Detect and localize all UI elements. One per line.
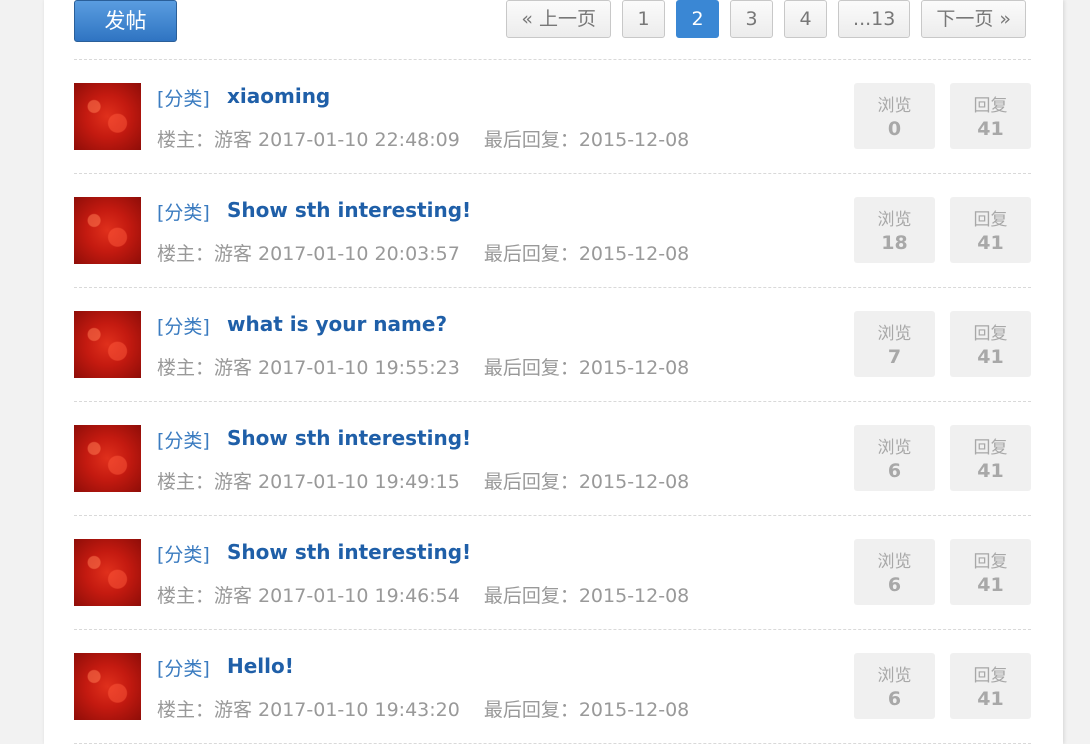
replies-count: 41 [977, 346, 1004, 368]
page-3-button[interactable]: 3 [730, 0, 774, 38]
thread-category[interactable]: [分类] [157, 84, 210, 111]
next-page-button[interactable]: 下一页 » [921, 0, 1026, 38]
thread-host-info: 楼主：游客 2017-01-10 20:03:57 [157, 243, 460, 265]
thread-category[interactable]: [分类] [157, 426, 210, 453]
views-label: 浏览 [877, 552, 912, 572]
thread-category[interactable]: [分类] [157, 540, 210, 567]
thread-row: [分类] xiaoming 楼主：游客 2017-01-10 22:48:09 最… [74, 60, 1031, 174]
views-count: 0 [887, 118, 902, 140]
thread-title-link[interactable]: Show sth interesting! [227, 540, 471, 564]
last-page-button[interactable]: ...13 [838, 0, 911, 38]
replies-counter: 回复 41 [950, 197, 1031, 263]
thread-row: [分类] Show sth interesting! 楼主：游客 2017-01… [74, 402, 1031, 516]
page-1-button[interactable]: 1 [622, 0, 666, 38]
thread-meta: 楼主：游客 2017-01-10 22:48:09 最后回复：2015-12-08 [157, 125, 689, 152]
views-count: 6 [887, 574, 902, 596]
replies-label: 回复 [973, 666, 1008, 686]
thread-list: [分类] xiaoming 楼主：游客 2017-01-10 22:48:09 最… [74, 59, 1031, 744]
views-counter: 浏览 6 [854, 539, 935, 605]
thread-last-reply: 最后回复：2015-12-08 [483, 129, 690, 151]
replies-label: 回复 [973, 96, 1008, 116]
thread-last-reply: 最后回复：2015-12-08 [483, 471, 690, 493]
replies-count: 41 [977, 232, 1004, 254]
pagination: « 上一页 1 2 3 4 ...13 下一页 » [495, 0, 1026, 38]
replies-label: 回复 [973, 552, 1008, 572]
thread-host-info: 楼主：游客 2017-01-10 19:55:23 [157, 357, 460, 379]
thread-category[interactable]: [分类] [157, 198, 210, 225]
thread-meta: 楼主：游客 2017-01-10 19:55:23 最后回复：2015-12-08 [157, 353, 689, 380]
replies-counter: 回复 41 [950, 653, 1031, 719]
thread-meta: 楼主：游客 2017-01-10 20:03:57 最后回复：2015-12-08 [157, 239, 689, 266]
avatar[interactable] [74, 539, 141, 606]
replies-label: 回复 [973, 210, 1008, 230]
views-label: 浏览 [877, 210, 912, 230]
replies-count: 41 [977, 118, 1004, 140]
thread-meta: 楼主：游客 2017-01-10 19:43:20 最后回复：2015-12-08 [157, 695, 689, 722]
thread-row: [分类] what is your name? 楼主：游客 2017-01-10… [74, 288, 1031, 402]
prev-page-button[interactable]: « 上一页 [506, 0, 612, 38]
thread-host-info: 楼主：游客 2017-01-10 19:49:15 [157, 471, 460, 493]
thread-meta: 楼主：游客 2017-01-10 19:49:15 最后回复：2015-12-08 [157, 467, 689, 494]
views-count: 18 [881, 232, 908, 254]
thread-host-info: 楼主：游客 2017-01-10 22:48:09 [157, 129, 460, 151]
page-2-button[interactable]: 2 [676, 0, 720, 38]
thread-title-link[interactable]: what is your name? [227, 312, 447, 336]
replies-counter: 回复 41 [950, 539, 1031, 605]
avatar[interactable] [74, 425, 141, 492]
views-label: 浏览 [877, 666, 912, 686]
replies-counter: 回复 41 [950, 425, 1031, 491]
avatar[interactable] [74, 653, 141, 720]
thread-title-link[interactable]: Show sth interesting! [227, 426, 471, 450]
thread-category[interactable]: [分类] [157, 654, 210, 681]
thread-meta: 楼主：游客 2017-01-10 19:46:54 最后回复：2015-12-08 [157, 581, 689, 608]
thread-host-info: 楼主：游客 2017-01-10 19:43:20 [157, 699, 460, 721]
thread-last-reply: 最后回复：2015-12-08 [483, 357, 690, 379]
views-label: 浏览 [877, 438, 912, 458]
replies-label: 回复 [973, 324, 1008, 344]
forum-panel: 发帖 « 上一页 1 2 3 4 ...13 下一页 » [分类] xiaomi… [44, 0, 1063, 744]
replies-label: 回复 [973, 438, 1008, 458]
page-4-button[interactable]: 4 [784, 0, 828, 38]
replies-count: 41 [977, 574, 1004, 596]
thread-row: [分类] Show sth interesting! 楼主：游客 2017-01… [74, 516, 1031, 630]
thread-host-info: 楼主：游客 2017-01-10 19:46:54 [157, 585, 460, 607]
thread-row: [分类] Show sth interesting! 楼主：游客 2017-01… [74, 174, 1031, 288]
replies-count: 41 [977, 688, 1004, 710]
new-post-button[interactable]: 发帖 [74, 0, 177, 42]
views-counter: 浏览 0 [854, 83, 935, 149]
views-counter: 浏览 6 [854, 653, 935, 719]
replies-counter: 回复 41 [950, 83, 1031, 149]
avatar[interactable] [74, 311, 141, 378]
views-count: 6 [887, 688, 902, 710]
replies-count: 41 [977, 460, 1004, 482]
thread-title-link[interactable]: xiaoming [227, 84, 330, 108]
thread-title-link[interactable]: Show sth interesting! [227, 198, 471, 222]
thread-title-link[interactable]: Hello! [227, 654, 294, 678]
views-label: 浏览 [877, 324, 912, 344]
views-label: 浏览 [877, 96, 912, 116]
views-count: 7 [887, 346, 902, 368]
replies-counter: 回复 41 [950, 311, 1031, 377]
avatar[interactable] [74, 197, 141, 264]
avatar[interactable] [74, 83, 141, 150]
thread-category[interactable]: [分类] [157, 312, 210, 339]
views-count: 6 [887, 460, 902, 482]
views-counter: 浏览 7 [854, 311, 935, 377]
views-counter: 浏览 6 [854, 425, 935, 491]
views-counter: 浏览 18 [854, 197, 935, 263]
thread-last-reply: 最后回复：2015-12-08 [483, 699, 690, 721]
thread-last-reply: 最后回复：2015-12-08 [483, 243, 690, 265]
thread-last-reply: 最后回复：2015-12-08 [483, 585, 690, 607]
thread-row: [分类] Hello! 楼主：游客 2017-01-10 19:43:20 最后回… [74, 630, 1031, 744]
